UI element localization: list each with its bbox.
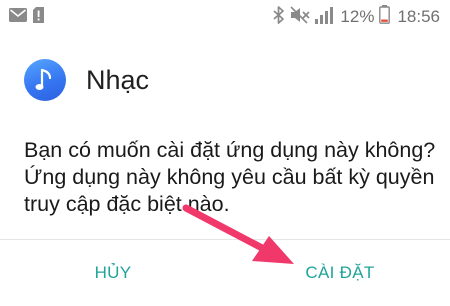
signal-icon [315,6,335,29]
install-button[interactable]: CÀI ĐẶT [294,258,386,288]
clock: 18:56 [397,7,440,26]
cancel-button[interactable]: HỦY [80,258,146,288]
mail-icon [9,7,27,27]
status-right-icons: 12% 18:56 [273,5,440,29]
install-message: Bạn có muốn cài đặt ứng dụng này không? … [24,138,436,216]
alert-icon [33,6,44,28]
status-left-icons [9,6,44,28]
app-header: Nhạc [24,56,149,104]
battery-percent: 12% [340,7,375,26]
bluetooth-icon [273,5,285,29]
app-name: Nhạc [86,64,150,95]
music-note-icon [24,59,66,101]
battery-icon [379,5,391,29]
button-divider [0,239,450,240]
status-bar: 12% 18:56 [0,0,450,34]
mute-icon [290,5,311,29]
